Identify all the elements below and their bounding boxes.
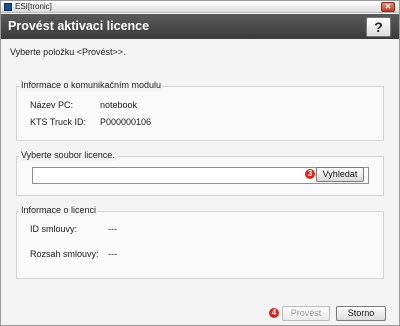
pc-name-label: Název PC: [30,100,74,110]
contract-id-value: --- [108,224,117,234]
module-info-panel: Informace o komunikačním modulu Název PC… [16,80,384,141]
help-icon: ? [374,19,383,35]
kts-id-value: P000000106 [100,117,152,127]
contract-scope-label: Rozsah smlouvy: [30,249,99,259]
close-button[interactable]: ✕ [381,2,395,12]
step-4-marker: 4 [269,308,279,318]
window-title: ESI[tronic] [15,2,52,11]
run-button[interactable]: Provést [282,306,330,321]
contract-scope-value: --- [108,249,117,259]
pc-name-value: notebook [100,100,138,110]
browse-button[interactable]: Vyhledat [316,167,364,182]
step-3-marker: 3 [305,169,315,179]
dialog-header: Provést aktivaci licence ? [1,14,399,39]
app-icon [4,3,12,11]
license-info-legend: Informace o licenci [19,205,99,216]
instruction-text: Vyberte položku <Provést>>. [10,47,126,57]
kts-id-label: KTS Truck ID: [30,117,87,127]
license-info-panel: Informace o licenci ID smlouvy: --- Rozs… [16,205,384,279]
dialog-window: ESI[tronic] ✕ Provést aktivaci licence ?… [0,0,400,326]
dialog-title: Provést aktivaci licence [8,19,150,33]
license-file-legend: Vyberte soubor licence. [19,150,117,161]
cancel-button[interactable]: Storno [336,306,386,321]
contract-id-label: ID smlouvy: [30,224,78,234]
title-bar: ESI[tronic] ✕ [1,1,399,13]
close-icon: ✕ [384,2,392,11]
module-info-legend: Informace o komunikačním modulu [19,80,164,91]
help-button[interactable]: ? [366,17,391,37]
